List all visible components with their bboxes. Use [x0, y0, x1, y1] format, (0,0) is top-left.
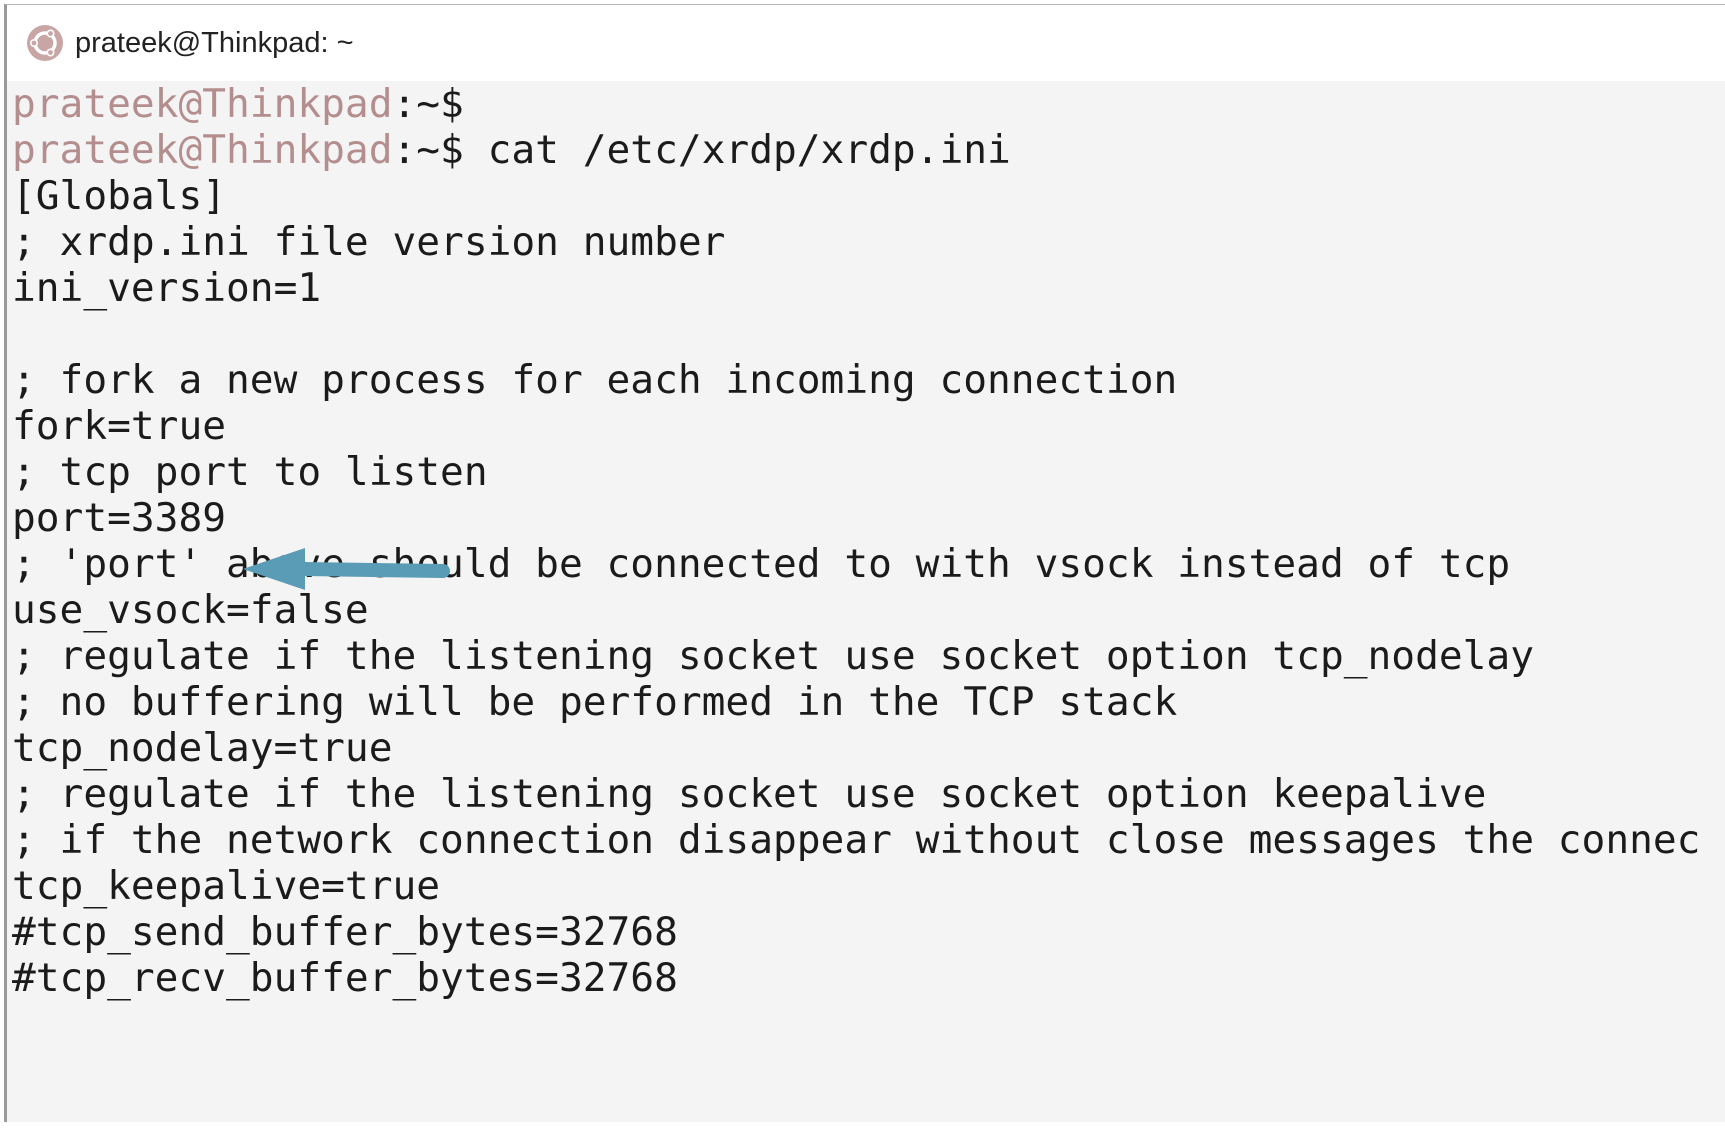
- window-title: prateek@Thinkpad: ~: [75, 26, 354, 59]
- output-line: [Globals]: [12, 173, 227, 219]
- prompt-suffix: :~$: [392, 81, 464, 127]
- output-line: tcp_keepalive=true: [12, 863, 441, 909]
- output-line: ; 'port' above should be connected to wi…: [12, 541, 1511, 587]
- ubuntu-terminal-icon: [25, 23, 65, 63]
- annotation-arrow: [243, 548, 450, 590]
- terminal-window: prateek@Thinkpad: ~ prateek@Thinkpad:~$ p…: [4, 4, 1725, 1122]
- output-line: ; no buffering will be performed in the …: [12, 679, 1178, 725]
- command-text: cat /etc/xrdp/xrdp.ini: [463, 127, 1011, 173]
- prompt-user: prateek@Thinkpad: [12, 127, 393, 173]
- output-line: ini_version=1: [12, 265, 322, 311]
- output-line: tcp_nodelay=true: [12, 725, 393, 771]
- output-line: ; regulate if the listening socket use s…: [12, 633, 1534, 679]
- output-line: ; fork a new process for each incoming c…: [12, 357, 1178, 403]
- prompt-user: prateek@Thinkpad: [12, 81, 393, 127]
- output-line: ; regulate if the listening socket use s…: [12, 771, 1487, 817]
- output-line: ; if the network connection disappear wi…: [12, 817, 1701, 863]
- output-line: #tcp_recv_buffer_bytes=32768: [12, 955, 678, 1001]
- prompt-line: prateek@Thinkpad:~$: [12, 81, 464, 127]
- prompt-suffix: :~$: [392, 127, 464, 173]
- output-line: ; tcp port to listen: [12, 449, 488, 495]
- output-line: ; xrdp.ini file version number: [12, 219, 726, 265]
- output-line: #tcp_send_buffer_bytes=32768: [12, 909, 678, 955]
- title-bar[interactable]: prateek@Thinkpad: ~: [7, 5, 1725, 81]
- prompt-line: prateek@Thinkpad:~$ cat /etc/xrdp/xrdp.i…: [12, 127, 1011, 173]
- terminal-output[interactable]: prateek@Thinkpad:~$ prateek@Thinkpad:~$ c…: [7, 81, 1725, 1122]
- output-line: fork=true: [12, 403, 227, 449]
- output-line: port=3389: [12, 495, 227, 541]
